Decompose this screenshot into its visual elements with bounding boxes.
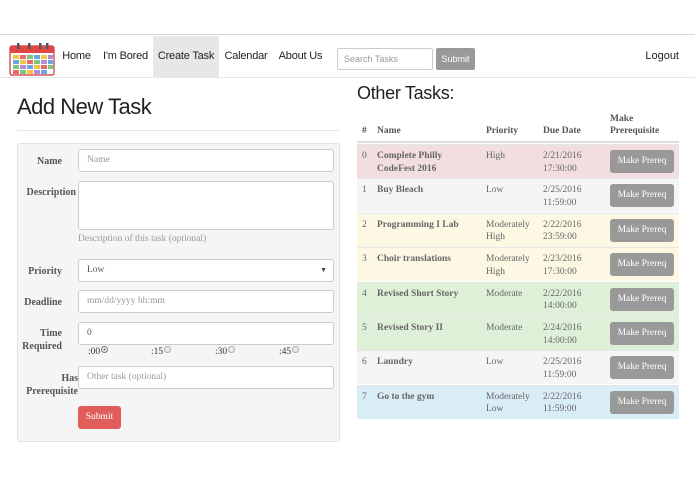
make-prereq-button[interactable]: Make Prereq: [610, 322, 674, 345]
make-prereq-button[interactable]: Make Prereq: [610, 356, 674, 380]
name-label: Name: [37, 156, 62, 167]
radio-icon: [101, 346, 109, 353]
task-due-date: 2/21/2016 17:30:00: [543, 151, 582, 174]
table-row: 6 Laundry Low 2/25/2016 11:59:00 Make Prereq: [357, 350, 679, 385]
divider: [17, 130, 339, 131]
description-help: Description of this task (optional): [78, 234, 207, 244]
task-priority: Low: [486, 357, 504, 368]
task-due-date: 2/25/2016 11:59:00: [543, 185, 582, 208]
task-priority: High: [486, 151, 505, 161]
priority-value: Low: [87, 265, 105, 275]
description-label: Description: [26, 187, 76, 198]
task-name: Buy Bleach: [377, 185, 424, 196]
calendar-icon[interactable]: [9, 42, 55, 76]
prerequisite-label: Has Prerequisite: [26, 373, 78, 397]
make-prereq-button[interactable]: Make Prereq: [610, 287, 674, 311]
task-number: 5: [362, 323, 367, 333]
task-name: Revised Short Story: [377, 288, 459, 299]
table-row: 3 Choir translations Moderately High 2/23/2…: [357, 247, 679, 282]
task-priority: Low: [486, 185, 504, 196]
search-input[interactable]: Search Tasks: [337, 48, 433, 70]
task-due-date: 2/22/2016 14:00:00: [543, 288, 582, 312]
header-make-prerequisite: Make Prerequisite: [610, 114, 660, 136]
task-number: 7: [362, 391, 367, 402]
table-row: 5 Revised Story II Moderate 2/24/2016 14:00…: [357, 316, 679, 350]
task-number: 3: [362, 254, 367, 265]
minute-option-00[interactable]: :00: [88, 346, 109, 357]
radio-icon: [164, 346, 172, 353]
radio-icon: [292, 346, 300, 353]
name-input[interactable]: Name: [78, 149, 334, 172]
task-due-date: 2/23/2016 17:30:00: [543, 254, 582, 277]
navbar: Home I'm Bored Create Task Calendar Abou…: [0, 36, 695, 78]
minute-option-30[interactable]: :30: [215, 346, 236, 357]
task-number: 2: [362, 219, 367, 230]
make-prereq-button[interactable]: Make Prereq: [610, 390, 674, 414]
tasks-table-header: # Name Priority Due Date Make Prerequisi…: [357, 112, 679, 143]
task-number: 1: [362, 185, 367, 196]
nav-create-task[interactable]: Create Task: [153, 36, 219, 77]
make-prereq-button[interactable]: Make Prereq: [610, 150, 674, 173]
time-required-input[interactable]: 0: [78, 322, 334, 345]
other-tasks-title: Other Tasks:: [357, 83, 455, 103]
nav-im-bored[interactable]: I'm Bored: [100, 36, 151, 77]
task-name: Revised Story II: [377, 323, 443, 333]
add-task-form: Name Name Description Description of thi…: [17, 143, 340, 442]
table-row: 7 Go to the gym Moderately Low 2/22/2016 11…: [357, 384, 679, 419]
task-priority: Moderately High: [486, 254, 530, 277]
table-row: 1 Buy Bleach Low 2/25/2016 11:59:00 Make Pre…: [357, 178, 679, 213]
nav-calendar[interactable]: Calendar: [222, 36, 270, 77]
task-due-date: 2/22/2016 11:59:00: [543, 391, 582, 415]
task-due-date: 2/22/2016 23:59:00: [543, 219, 582, 243]
task-name: Programming I Lab: [377, 219, 459, 230]
task-number: 0: [362, 151, 367, 161]
task-name: Choir translations: [377, 254, 451, 265]
task-number: 4: [362, 288, 367, 299]
make-prereq-button[interactable]: Make Prereq: [610, 218, 674, 242]
minute-option-15[interactable]: :15: [151, 346, 172, 357]
task-priority: Moderate: [486, 288, 523, 299]
description-textarea[interactable]: [78, 181, 334, 230]
task-name: Go to the gym: [377, 391, 435, 402]
task-due-date: 2/25/2016 11:59:00: [543, 357, 582, 380]
task-priority: Moderately High: [486, 219, 530, 243]
logout-link[interactable]: Logout: [645, 36, 679, 77]
task-name: Laundry: [377, 357, 413, 368]
nav-home[interactable]: Home: [58, 36, 95, 77]
nav-about-us[interactable]: About Us: [275, 36, 326, 77]
make-prereq-button[interactable]: Make Prereq: [610, 184, 674, 208]
make-prereq-button[interactable]: Make Prereq: [610, 253, 674, 277]
task-number: 6: [362, 357, 367, 368]
deadline-label: Deadline: [24, 297, 62, 308]
priority-select[interactable]: Low ▼: [78, 259, 334, 282]
header-name: Name: [377, 126, 401, 136]
browser-top-strip: [0, 0, 695, 35]
task-priority: Moderate: [486, 323, 523, 333]
time-required-label: Time Required: [22, 328, 62, 352]
radio-icon: [228, 346, 236, 353]
minute-option-45[interactable]: :45: [279, 346, 300, 357]
chevron-down-icon: ▼: [320, 266, 327, 274]
priority-label: Priority: [28, 266, 62, 277]
task-name: Complete Philly CodeFest 2016: [377, 151, 443, 174]
task-due-date: 2/24/2016 14:00:00: [543, 323, 582, 346]
submit-button[interactable]: Submit: [78, 406, 121, 429]
table-row: 4 Revised Short Story Moderate 2/22/2016 14…: [357, 281, 679, 316]
header-due-date: Due Date: [543, 126, 581, 136]
add-task-title: Add New Task: [17, 94, 152, 119]
table-row: 0 Complete Philly CodeFest 2016 High 2/21/2…: [357, 144, 679, 178]
table-row: 2 Programming I Lab Moderately High 2/22/20…: [357, 212, 679, 247]
deadline-input[interactable]: mm/dd/yyyy hh:mm: [78, 290, 334, 313]
prerequisite-input[interactable]: Other task (optional): [78, 366, 334, 389]
header-num: #: [362, 126, 367, 136]
search-submit-button[interactable]: Submit: [436, 48, 475, 70]
header-priority: Priority: [486, 126, 519, 136]
task-priority: Moderately Low: [486, 391, 530, 415]
